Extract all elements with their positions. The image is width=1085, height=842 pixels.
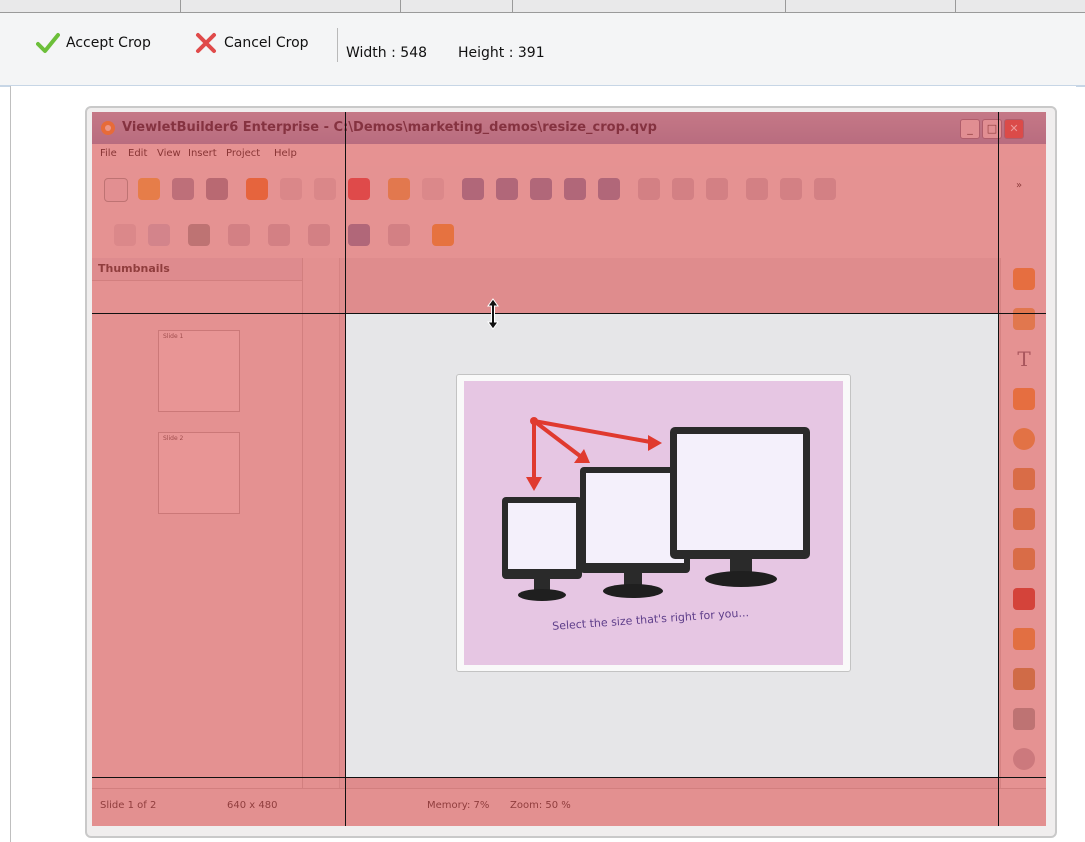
main-toolbar: » [92,166,1046,212]
button-icon [1013,708,1035,730]
delete-icon [348,178,370,200]
close-icon: ✕ [1004,119,1024,139]
click-box-icon [1013,508,1035,530]
crop-width-readout: Width : 548 [346,45,428,61]
cut-icon [246,178,268,200]
crop-line-bottom[interactable] [92,777,1046,778]
app-icon [101,121,115,135]
status-resolution: 640 x 480 [227,800,278,811]
toolbar-separator [512,0,513,12]
media-icon [1013,548,1035,570]
thumbnail-label: Slide 2 [163,435,184,442]
accept-crop-button[interactable]: Accept Crop [36,30,151,56]
copy-icon [280,178,302,200]
thumbnail-label: Slide 1 [163,333,184,340]
print-icon [206,178,228,200]
disc-icon [228,224,250,246]
check-icon [36,33,60,53]
crop-line-left[interactable] [345,112,346,826]
brush-icon [638,178,660,200]
menu-insert: Insert [188,148,217,159]
text-entry-icon [1013,668,1035,690]
menu-file: File [100,148,117,159]
pointer-icon [1013,388,1035,410]
cancel-crop-label: Cancel Crop [224,35,309,51]
top-toolbar-strip [0,0,1085,13]
slide-preview[interactable]: Select the size that's right for you... [456,374,851,672]
image-slide-icon [530,178,552,200]
menu-edit: Edit [128,148,148,159]
thumbnail-slide-2[interactable]: Slide 2 [158,432,240,514]
eraser-icon [114,224,136,246]
thumbnails-title: Thumbnails [98,262,170,275]
note-icon [1013,308,1035,330]
thumbnails-header: Thumbnails [92,258,302,281]
crop-line-top[interactable] [92,313,1046,314]
status-zoom: Zoom: 50 % [510,800,571,811]
crop-line-right[interactable] [998,112,999,826]
zoom-in-icon [746,178,768,200]
menu-project: Project [226,148,261,159]
slide-image: Select the size that's right for you... [464,381,843,665]
slide-icon [348,224,370,246]
toolbar-separator [785,0,786,12]
timeline-column [303,258,340,788]
lightning-icon [432,224,454,246]
capture-icon [496,178,518,200]
minimize-icon: _ [960,119,980,139]
window-title: ViewletBuilder6 Enterprise - C:\Demos\ma… [122,120,657,135]
toolbar-separator [400,0,401,12]
image-icon [1013,468,1035,490]
status-memory: Memory: 7% [427,800,490,811]
toolbar-separator [955,0,956,12]
save-icon [172,178,194,200]
question-icon [1013,748,1035,770]
eye-icon [188,224,210,246]
accept-crop-label: Accept Crop [66,35,151,51]
status-slide: Slide 1 of 2 [100,800,157,811]
shape-icon [1013,428,1035,450]
speaker-icon [388,224,410,246]
list-icon [148,224,170,246]
zoom-fit-icon [814,178,836,200]
menu-view: View [157,148,181,159]
thumbnails-panel: Thumbnails Slide 1 Slide 2 [92,258,303,788]
record-icon [564,178,586,200]
redo-icon [422,178,444,200]
toolbar-divider [337,28,338,62]
x-icon [196,33,216,53]
hand-icon [1013,628,1035,650]
menu-help: Help [274,148,297,159]
crop-height-readout: Height : 391 [458,45,545,61]
secondary-toolbar [92,212,1046,259]
slide-tool-icon [462,178,484,200]
import-icon [598,178,620,200]
open-icon [138,178,160,200]
undo-icon [388,178,410,200]
callout-icon [1013,268,1035,290]
thumbnail-slide-1[interactable]: Slide 1 [158,330,240,412]
callout-icon [268,224,290,246]
window-titlebar: ViewletBuilder6 Enterprise - C:\Demos\ma… [92,112,1046,144]
timer-icon [672,178,694,200]
preview-icon [706,178,728,200]
cancel-crop-button[interactable]: Cancel Crop [194,30,309,56]
object-toolbar: T [1000,258,1046,788]
box-icon [308,224,330,246]
new-icon [104,178,128,202]
toolbar-separator [180,0,181,12]
resize-vertical-cursor-icon [487,298,499,330]
zoom-out-icon [780,178,802,200]
flash-icon [1013,588,1035,610]
text-tool-icon: T [1017,347,1031,371]
overflow-icon: » [1016,180,1023,191]
paste-icon [314,178,336,200]
maximize-icon: □ [982,119,1002,139]
